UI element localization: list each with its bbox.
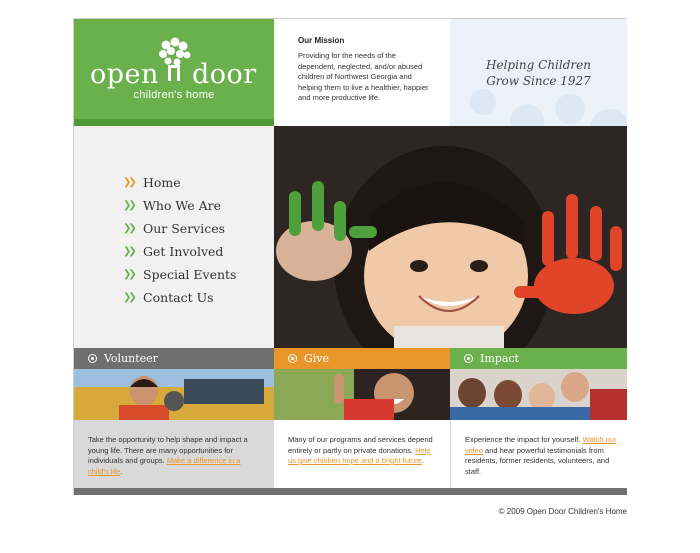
nav-item-label: Special Events xyxy=(143,267,237,282)
logo-bottom-bar xyxy=(74,119,274,126)
nav-item-label: Home xyxy=(143,175,181,190)
mission-text: Providing for the needs of the dependent… xyxy=(298,51,429,102)
nav-item-special-events[interactable]: ❯❯ Special Events xyxy=(123,263,236,286)
nav-item-label: Who We Are xyxy=(143,198,221,213)
nav-item-get-involved[interactable]: ❯❯ Get Involved xyxy=(123,240,236,263)
tab-give[interactable]: Give xyxy=(274,348,450,369)
tab-impact[interactable]: Impact xyxy=(450,348,627,369)
nav-item-our-services[interactable]: ❯❯ Our Services xyxy=(123,217,236,240)
double-chevron-icon: ❯❯ xyxy=(123,269,137,280)
nav-item-who-we-are[interactable]: ❯❯ Who We Are xyxy=(123,194,236,217)
volunteer-blurb: Take the opportunity to help shape and i… xyxy=(74,420,274,489)
main-navigation: ❯❯ Home ❯❯ Who We Are ❯❯ Our Services ❯❯ Get… xyxy=(74,126,274,348)
tab-volunteer[interactable]: Volunteer xyxy=(74,348,274,369)
tab-give-label: Give xyxy=(304,352,330,365)
impact-illustration xyxy=(450,369,627,420)
decorative-circle xyxy=(470,89,496,115)
double-chevron-icon: ❯❯ xyxy=(123,177,137,188)
decorative-circle xyxy=(510,104,544,126)
decorative-circle xyxy=(555,94,585,124)
tagline-panel: Helping Children Grow Since 1927 xyxy=(450,19,627,126)
radio-circle-icon xyxy=(464,354,473,363)
volunteer-photo[interactable] xyxy=(74,369,274,420)
tree-icon xyxy=(159,37,191,81)
impact-blurb: Experience the impact for yourself. Watc… xyxy=(450,420,627,489)
tab-volunteer-label: Volunteer xyxy=(104,352,158,365)
give-illustration xyxy=(274,369,450,420)
logo-word-door: door xyxy=(192,59,257,90)
logo-subtitle: children's home xyxy=(133,89,215,101)
nav-item-label: Contact Us xyxy=(143,290,214,305)
impact-photo[interactable] xyxy=(450,369,627,420)
tagline-line-1: Helping Children xyxy=(486,58,591,72)
mission-statement: Our Mission Providing for the needs of t… xyxy=(274,19,450,126)
nav-item-label: Our Services xyxy=(143,221,226,236)
logo[interactable]: open door children's home xyxy=(74,19,274,126)
copyright-notice: © 2009 Open Door Children's Home xyxy=(498,507,627,516)
double-chevron-icon: ❯❯ xyxy=(123,223,137,234)
nav-item-home[interactable]: ❯❯ Home xyxy=(123,171,236,194)
tab-impact-label: Impact xyxy=(480,352,519,365)
give-photo[interactable] xyxy=(274,369,450,420)
hero-photo xyxy=(274,126,627,348)
double-chevron-icon: ❯❯ xyxy=(123,200,137,211)
impact-text-2: and hear powerful testimonials from resi… xyxy=(465,445,610,476)
volunteer-illustration xyxy=(74,369,274,420)
logo-word-open: open xyxy=(90,59,159,90)
give-text: Many of our programs and services depend… xyxy=(288,435,433,455)
footer-bar xyxy=(74,488,627,495)
nav-item-label: Get Involved xyxy=(143,244,224,259)
hero-illustration xyxy=(274,126,627,348)
double-chevron-icon: ❯❯ xyxy=(123,246,137,257)
nav-item-contact-us[interactable]: ❯❯ Contact Us xyxy=(123,286,236,309)
page-frame: open door children's home Our Mission Pr… xyxy=(73,18,627,495)
impact-text-1: Experience the impact for yourself. xyxy=(465,435,581,444)
tagline-line-2: Grow Since 1927 xyxy=(486,74,591,88)
mission-heading: Our Mission xyxy=(298,36,345,45)
double-chevron-icon: ❯❯ xyxy=(123,292,137,303)
decorative-circle xyxy=(590,109,627,126)
radio-circle-icon xyxy=(88,354,97,363)
give-blurb: Many of our programs and services depend… xyxy=(274,420,450,489)
radio-circle-icon xyxy=(288,354,297,363)
